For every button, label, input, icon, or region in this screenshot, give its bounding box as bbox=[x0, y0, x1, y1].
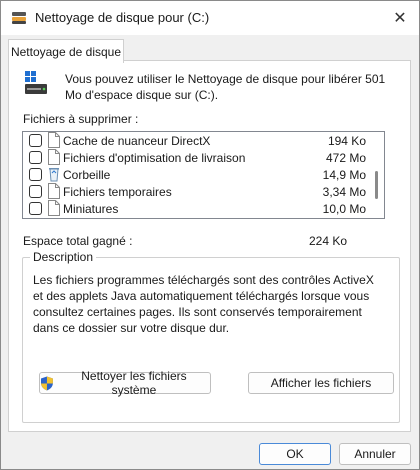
list-scrollbar[interactable] bbox=[368, 132, 384, 218]
item-name: Fichiers d'optimisation de livraison bbox=[63, 151, 246, 165]
item-size: 14,9 Mo bbox=[322, 168, 366, 182]
file-icon bbox=[48, 149, 60, 165]
tab-panel: Vous pouvez utiliser le Nettoyage de dis… bbox=[8, 60, 411, 432]
file-icon bbox=[48, 200, 60, 216]
files-to-delete-label: Fichiers à supprimer : bbox=[23, 112, 139, 126]
item-size: 10,0 Mo bbox=[322, 202, 366, 216]
total-space-label: Espace total gagné : bbox=[23, 234, 133, 248]
tab-disk-cleanup[interactable]: Nettoyage de disque bbox=[8, 39, 124, 63]
files-list[interactable]: Cache de nuanceur DirectX 194 Ko Fichier… bbox=[22, 131, 385, 219]
drive-icon bbox=[25, 71, 47, 94]
checkbox[interactable] bbox=[29, 202, 42, 215]
item-name: Cache de nuanceur DirectX bbox=[63, 134, 211, 148]
cancel-button[interactable]: Annuler bbox=[339, 443, 411, 465]
close-icon: ✕ bbox=[393, 10, 407, 27]
clean-system-files-button[interactable]: Nettoyer les fichiers système bbox=[39, 369, 211, 397]
file-icon bbox=[48, 132, 60, 148]
show-files-button[interactable]: Afficher les fichiers bbox=[248, 372, 394, 394]
item-name: Miniatures bbox=[63, 202, 119, 216]
title-bar: Nettoyage de disque pour (C:) ✕ bbox=[1, 1, 419, 35]
ok-button[interactable]: OK bbox=[259, 443, 331, 465]
disk-cleanup-app-icon bbox=[12, 12, 26, 24]
intro-text: Vous pouvez utiliser le Nettoyage de dis… bbox=[65, 72, 386, 102]
file-icon bbox=[48, 183, 60, 199]
item-size: 3,34 Mo bbox=[322, 185, 366, 199]
list-item[interactable]: Fichiers temporaires 3,34 Mo bbox=[23, 183, 368, 200]
list-item[interactable]: Fichiers d'optimisation de livraison 472… bbox=[23, 149, 368, 166]
item-size: 194 Ko bbox=[327, 134, 366, 148]
checkbox[interactable] bbox=[29, 134, 42, 147]
checkbox[interactable] bbox=[29, 185, 42, 198]
close-button[interactable]: ✕ bbox=[387, 5, 413, 31]
window-title: Nettoyage de disque pour (C:) bbox=[35, 10, 210, 25]
clean-system-files-label: Nettoyer les fichiers système bbox=[81, 369, 187, 397]
total-space-value: 224 Ko bbox=[309, 234, 348, 248]
disk-cleanup-window: Nettoyage de disque pour (C:) ✕ Nettoyag… bbox=[0, 0, 420, 470]
checkbox[interactable] bbox=[29, 151, 42, 164]
item-name: Corbeille bbox=[63, 168, 111, 182]
list-item[interactable]: Corbeille 14,9 Mo bbox=[23, 166, 368, 183]
scroll-thumb[interactable] bbox=[375, 171, 378, 199]
checkbox[interactable] bbox=[29, 168, 42, 181]
recycle-bin-icon bbox=[49, 168, 59, 182]
list-item[interactable]: Cache de nuanceur DirectX 194 Ko bbox=[23, 132, 368, 149]
description-text: Les fichiers programmes téléchargés sont… bbox=[33, 273, 374, 335]
item-name: Fichiers temporaires bbox=[63, 185, 172, 199]
uac-shield-icon bbox=[40, 376, 53, 390]
item-size: 472 Mo bbox=[325, 151, 366, 165]
tab-strip: Nettoyage de disque bbox=[1, 35, 419, 63]
description-title: Description bbox=[30, 250, 97, 264]
list-item[interactable]: Miniatures 10,0 Mo bbox=[23, 200, 368, 217]
description-group: Description Les fichiers programmes télé… bbox=[22, 250, 400, 423]
